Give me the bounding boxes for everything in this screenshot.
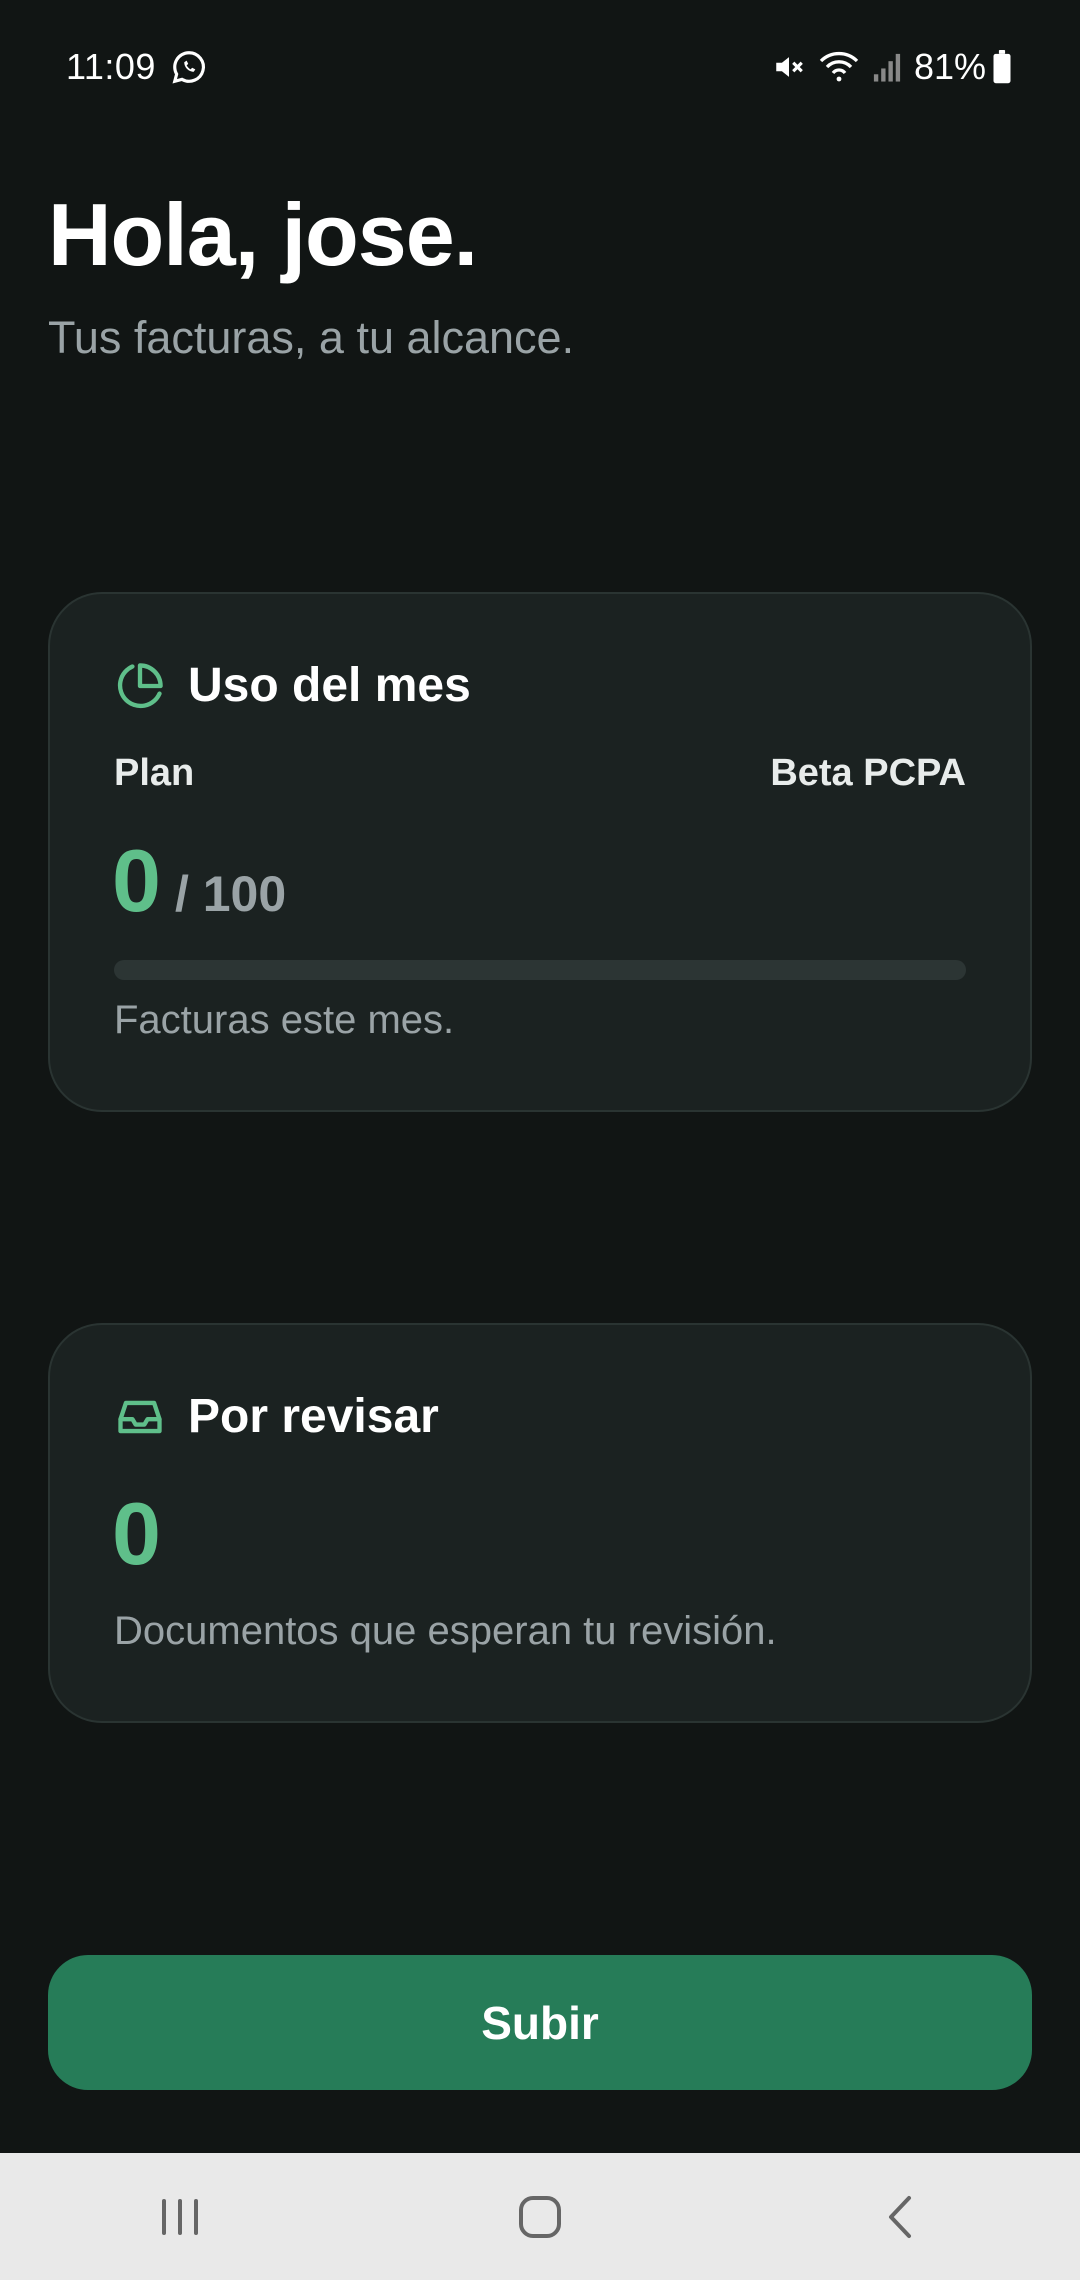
plan-label: Plan (114, 752, 195, 794)
upload-button[interactable]: Subir (48, 1955, 1032, 2090)
home-icon (517, 2194, 563, 2240)
usage-used: 0 (112, 831, 161, 930)
status-right: 81% (772, 46, 1012, 88)
battery-icon (992, 50, 1012, 84)
usage-card-title: Uso del mes (188, 659, 471, 712)
wifi-icon (818, 50, 860, 84)
review-count: 0 (112, 1484, 161, 1583)
plan-row: Plan Beta PCPA (114, 752, 966, 795)
usage-card: Uso del mes Plan Beta PCPA 0 / 100 Factu… (48, 592, 1032, 1112)
pie-chart-icon (114, 660, 166, 712)
review-card-title: Por revisar (188, 1390, 439, 1443)
usage-caption: Facturas este mes. (114, 998, 455, 1042)
recent-apps-icon (158, 2197, 202, 2237)
review-caption: Documentos que esperan tu revisión. (114, 1609, 777, 1653)
back-icon (885, 2194, 915, 2240)
usage-card-header: Uso del mes (114, 658, 471, 713)
usage-limit: / 100 (174, 866, 287, 922)
home-button[interactable] (480, 2167, 600, 2267)
whatsapp-icon (170, 48, 208, 86)
review-card[interactable]: Por revisar 0 Documentos que esperan tu … (48, 1323, 1032, 1723)
greeting-subtitle: Tus facturas, a tu alcance. (48, 312, 575, 363)
mute-icon (772, 50, 806, 84)
status-bar: 11:09 81% (0, 0, 1080, 134)
usage-progress-bar (114, 960, 966, 980)
recent-apps-button[interactable] (120, 2167, 240, 2267)
back-button[interactable] (840, 2167, 960, 2267)
status-time: 11:09 (66, 46, 156, 87)
signal-icon (872, 51, 902, 83)
greeting-title: Hola, jose. (48, 185, 478, 284)
status-left: 11:09 (66, 46, 208, 88)
battery-level: 81% (913, 46, 986, 87)
review-card-header: Por revisar (114, 1389, 439, 1444)
system-nav-bar (0, 2153, 1080, 2280)
inbox-icon (114, 1391, 166, 1443)
usage-count: 0 / 100 (112, 830, 286, 932)
plan-value: Beta PCPA (770, 752, 966, 794)
